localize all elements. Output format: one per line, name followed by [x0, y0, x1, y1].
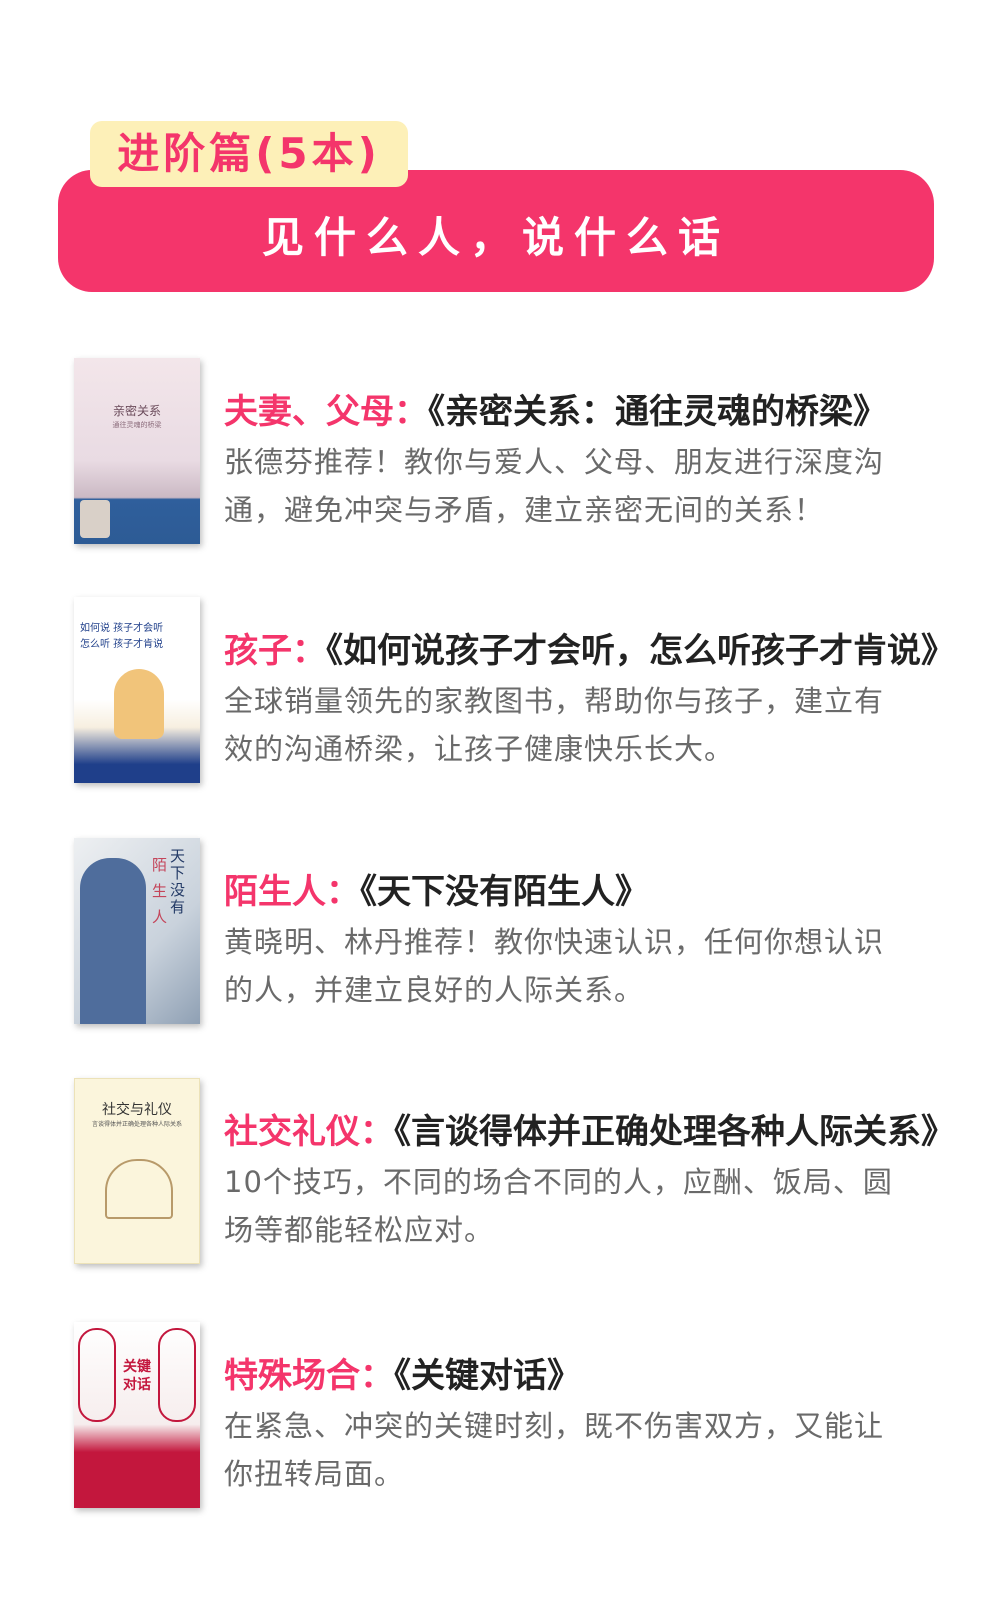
- book-cover: 社交与礼仪 言谈得体并正确处理各种人际关系: [74, 1078, 200, 1264]
- book-heading: 特殊场合：《关键对话》: [224, 1348, 581, 1397]
- book-title: 《如何说孩子才会听，怎么听孩子才肯说》: [326, 631, 955, 671]
- cover-title: 如何说 孩子才会听: [80, 623, 164, 634]
- cover-subtitle: 陌生人: [152, 856, 168, 926]
- cover-illustration: [114, 669, 164, 739]
- book-description: 黄晓明、林丹推荐！教你快速认识，任何你想认识的人，并建立良好的人际关系。: [224, 925, 885, 1007]
- cover-portrait: [80, 858, 146, 1024]
- book-cover: 亲密关系 通往灵魂的桥梁: [74, 358, 200, 544]
- book-heading: 孩子：《如何说孩子才会听，怎么听孩子才肯说》: [224, 623, 955, 672]
- book-item-intimate-relationship[interactable]: 亲密关系 通往灵魂的桥梁 夫妻、父母：《亲密关系：通往灵魂的桥梁》 张德芬推荐！…: [0, 358, 1000, 558]
- section-title: 见什么人，说什么话: [261, 213, 730, 262]
- book-title: 《天下没有陌生人》: [360, 872, 649, 912]
- book-audience: 陌生人：: [224, 872, 360, 912]
- cover-title: 社交与礼仪: [102, 1102, 172, 1118]
- book-description: 在紧急、冲突的关键时刻，既不伤害双方，又能让你扭转局面。: [224, 1409, 885, 1491]
- book-item-how-to-talk[interactable]: 如何说 孩子才会听 怎么听 孩子才肯说 孩子：《如何说孩子才会听，怎么听孩子才肯…: [0, 597, 1000, 797]
- book-title: 《言谈得体并正确处理各种人际关系》: [394, 1112, 955, 1152]
- book-description: 张德芬推荐！教你与爱人、父母、朋友进行深度沟通，避免冲突与矛盾，建立亲密无间的关…: [224, 445, 885, 527]
- cover-title: 亲密关系: [112, 404, 161, 418]
- book-heading: 社交礼仪：《言谈得体并正确处理各种人际关系》: [224, 1104, 955, 1153]
- section-banner: 见什么人，说什么话: [58, 170, 934, 292]
- section-tag: 进阶篇(5本): [90, 121, 408, 187]
- book-item-social-etiquette[interactable]: 社交与礼仪 言谈得体并正确处理各种人际关系 社交礼仪：《言谈得体并正确处理各种人…: [0, 1078, 1000, 1278]
- cover-subtitle: 通往灵魂的桥梁: [112, 421, 162, 429]
- book-audience: 社交礼仪：: [224, 1112, 394, 1152]
- cover-title: 关键: [123, 1359, 151, 1375]
- book-item-crucial-conversations[interactable]: 关键 对话 特殊场合：《关键对话》 在紧急、冲突的关键时刻，既不伤害双方，又能让…: [0, 1322, 1000, 1522]
- book-audience: 特殊场合：: [224, 1356, 394, 1396]
- book-title: 《关键对话》: [394, 1356, 581, 1396]
- book-cover: 关键 对话: [74, 1322, 200, 1508]
- cover-subtitle: 对话: [123, 1377, 151, 1393]
- book-title: 《亲密关系：通往灵魂的桥梁》: [428, 392, 887, 432]
- cover-subtitle: 言谈得体并正确处理各种人际关系: [91, 1121, 182, 1128]
- book-heading: 夫妻、父母：《亲密关系：通往灵魂的桥梁》: [224, 384, 887, 433]
- cover-title: 天下没有: [170, 847, 186, 916]
- book-audience: 孩子：: [224, 631, 326, 671]
- book-heading: 陌生人：《天下没有陌生人》: [224, 864, 649, 913]
- book-audience: 夫妻、父母：: [224, 392, 428, 432]
- book-description: 全球销量领先的家教图书，帮助你与孩子，建立有效的沟通桥梁，让孩子健康快乐长大。: [224, 684, 885, 766]
- book-cover: 天下没有 陌生人: [74, 838, 200, 1024]
- book-description: 10个技巧，不同的场合不同的人，应酬、饭局、圆场等都能轻松应对。: [224, 1165, 893, 1247]
- book-item-no-strangers[interactable]: 天下没有 陌生人 陌生人：《天下没有陌生人》 黄晓明、林丹推荐！教你快速认识，任…: [0, 838, 1000, 1038]
- author-photo: [80, 500, 110, 538]
- cover-illustration: [105, 1159, 173, 1219]
- book-cover: 如何说 孩子才会听 怎么听 孩子才肯说: [74, 597, 200, 783]
- cover-subtitle: 怎么听 孩子才肯说: [80, 639, 164, 650]
